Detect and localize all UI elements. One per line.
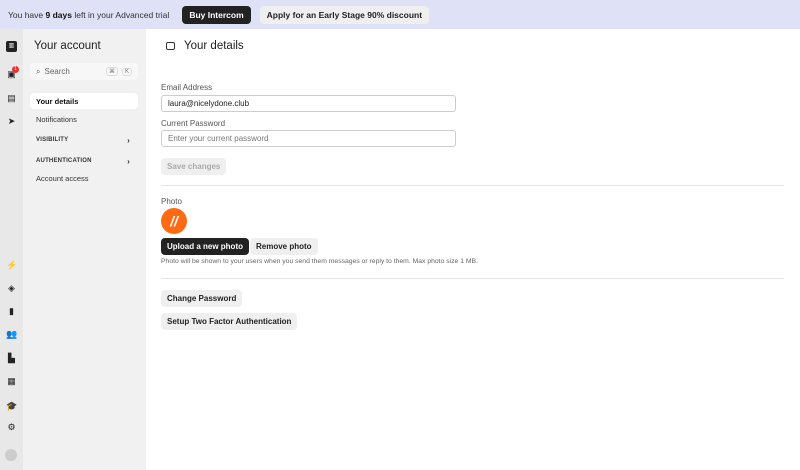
knowledge-icon[interactable]: ◈ [6, 283, 17, 294]
trial-text: You have 9 days left in your Advanced tr… [8, 9, 170, 20]
photo-help-text: Photo will be shown to your users when y… [161, 258, 478, 265]
discount-button[interactable]: Apply for an Early Stage 90% discount [259, 5, 430, 24]
settings-icon[interactable]: ⚙ [6, 422, 17, 433]
email-label: Email Address [161, 83, 213, 92]
email-field[interactable]: laura@nicelydone.club [161, 95, 456, 112]
sidebar-section-authentication[interactable]: AUTHENTICATION › [30, 153, 138, 169]
save-changes-button[interactable]: Save changes [161, 158, 227, 175]
academy-icon[interactable]: 🎓 [6, 401, 17, 412]
buy-intercom-button[interactable]: Buy Intercom [182, 5, 251, 24]
fin-icon[interactable]: ▤ [6, 93, 17, 104]
inbox-badge: 1 [12, 66, 19, 73]
sidebar-item-notifications[interactable]: Notifications [30, 111, 138, 127]
search-icon: ⌕ [36, 66, 41, 76]
account-sidebar: Your account ⌕ Search ⌘ K Your details N… [23, 29, 146, 470]
profile-photo: // [161, 208, 187, 234]
sidebar-item-account-access[interactable]: Account access [30, 170, 138, 186]
shortcut-key: K [121, 67, 132, 76]
divider [161, 278, 784, 279]
sidebar-title: Your account [34, 40, 101, 52]
remove-photo-button[interactable]: Remove photo [250, 238, 318, 255]
page-title: Your details [184, 40, 244, 52]
sidebar-item-your-details[interactable]: Your details [30, 93, 138, 109]
photo-label: Photo [161, 197, 182, 206]
sidebar-section-visibility[interactable]: VISIBILITY › [30, 132, 138, 148]
chevron-right-icon: › [127, 135, 130, 145]
user-avatar[interactable] [5, 449, 17, 461]
reports-icon[interactable]: ▮ [6, 306, 17, 317]
details-panel: Your details Email Address laura@nicelyd… [146, 29, 800, 470]
toggle-sidebar-icon[interactable] [166, 42, 175, 50]
icon-rail: ▥ ▣ ▤ ➤ ⚡ ◈ ▮ 👥 ▙ ▦ 🎓 ⚙ [0, 29, 23, 470]
outbound-icon[interactable]: ➤ [6, 116, 17, 127]
shortcut-cmd: ⌘ [105, 67, 118, 76]
book-icon[interactable]: ▙ [6, 353, 17, 364]
password-field[interactable]: Enter your current password [161, 130, 456, 147]
chevron-right-icon: › [127, 156, 130, 166]
divider [161, 185, 784, 186]
apps-icon[interactable]: ▦ [6, 376, 17, 387]
contacts-icon[interactable]: 👥 [6, 329, 17, 340]
search-input[interactable]: ⌕ Search ⌘ K [30, 63, 138, 80]
automation-icon[interactable]: ⚡ [6, 260, 17, 271]
intercom-logo-icon[interactable]: ▥ [6, 41, 17, 52]
upload-photo-button[interactable]: Upload a new photo [161, 238, 249, 255]
password-label: Current Password [161, 119, 226, 128]
two-factor-button[interactable]: Setup Two Factor Authentication [161, 313, 298, 330]
trial-banner: You have 9 days left in your Advanced tr… [0, 0, 800, 29]
change-password-button[interactable]: Change Password [161, 290, 243, 307]
